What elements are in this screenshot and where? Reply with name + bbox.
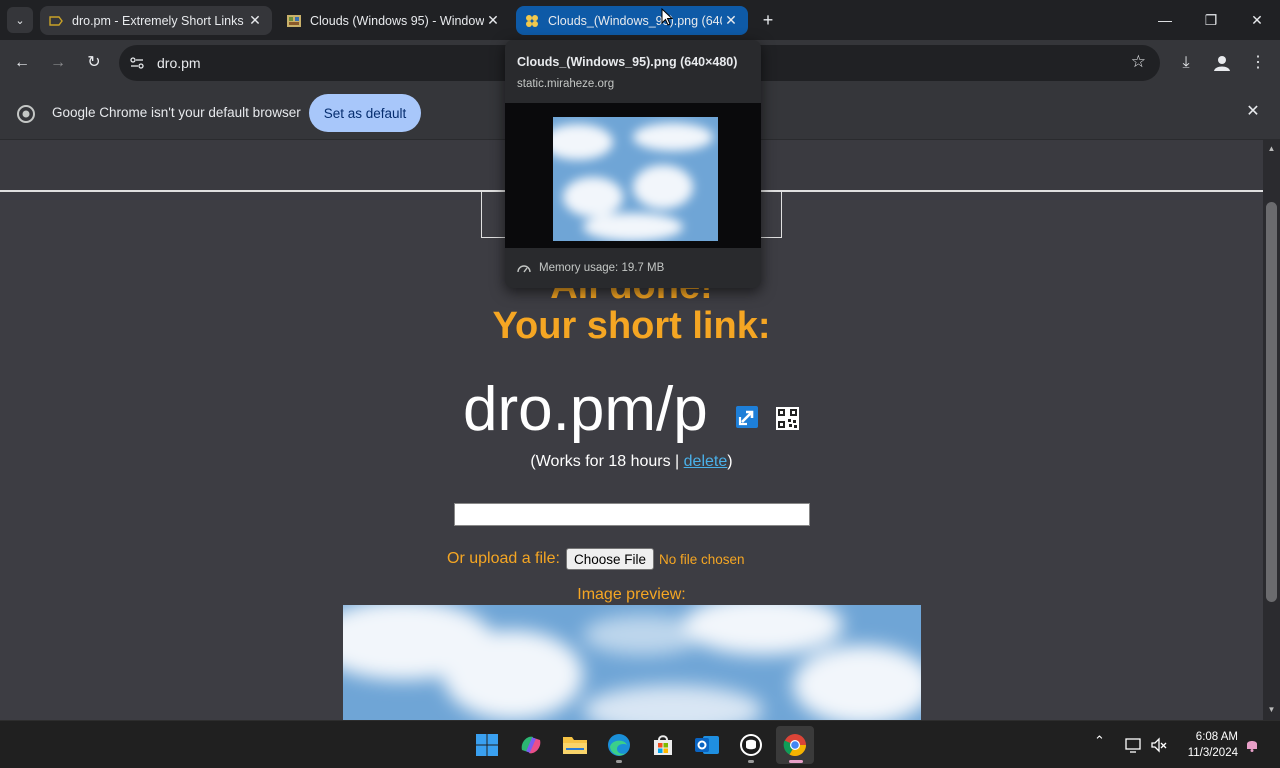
- chevron-down-icon: ⌄: [15, 14, 25, 27]
- file-explorer-button[interactable]: [556, 726, 594, 764]
- qr-code-icon[interactable]: [776, 407, 799, 430]
- url-text: dro.pm: [157, 55, 201, 71]
- chrome-taskbar-button[interactable]: [776, 726, 814, 764]
- close-icon[interactable]: ✕: [246, 12, 264, 30]
- image-preview-label: Image preview:: [577, 586, 686, 603]
- bookmark-star-icon[interactable]: ☆: [1131, 52, 1146, 72]
- image-favicon: [526, 14, 538, 27]
- upload-row: Or upload a file: Choose File No file ch…: [447, 548, 745, 570]
- menu-icon[interactable]: ⋮: [1246, 51, 1270, 75]
- infobar-close-icon[interactable]: ✕: [1243, 102, 1263, 122]
- expiry-close-paren: ): [727, 453, 733, 470]
- window-close-button[interactable]: ✕: [1234, 8, 1280, 32]
- tab-strip: ⌄ dro.pm - Extremely Short Links ✕ Cloud…: [0, 0, 1280, 40]
- start-button[interactable]: [468, 726, 506, 764]
- scroll-down-arrow-icon[interactable]: ▼: [1263, 703, 1280, 717]
- github-desktop-button[interactable]: [732, 726, 770, 764]
- expiry-text: (Works for 18 hours |: [530, 453, 684, 470]
- flag-icon: [49, 15, 63, 26]
- store-icon: [654, 735, 672, 755]
- page-scrollbar[interactable]: ▲ ▼: [1263, 140, 1280, 720]
- github-icon: [740, 734, 762, 756]
- tab-hover-card: Clouds_(Windows_95).png (640×480) static…: [505, 40, 761, 288]
- screen: ⌄ dro.pm - Extremely Short Links ✕ Cloud…: [0, 0, 1280, 768]
- upload-label: Or upload a file:: [447, 550, 560, 567]
- close-icon[interactable]: ✕: [722, 12, 740, 30]
- back-button[interactable]: ←: [10, 51, 34, 75]
- edge-icon: [608, 734, 630, 756]
- wiki-icon: [287, 14, 301, 27]
- network-icon[interactable]: [1124, 736, 1142, 754]
- no-file-chosen-text: No file chosen: [659, 551, 745, 567]
- delete-link[interactable]: delete: [684, 453, 728, 470]
- clock-time: 6:08 AM: [1195, 731, 1238, 743]
- choose-file-button[interactable]: Choose File: [565, 548, 654, 570]
- hover-card-domain: static.miraheze.org: [517, 78, 615, 90]
- new-tab-button[interactable]: +: [757, 10, 779, 30]
- notification-bell-icon[interactable]: [1244, 737, 1260, 753]
- scroll-up-arrow-icon[interactable]: ▲: [1263, 142, 1280, 156]
- tab-title: Clouds (Windows 95) - Windows Wiki: [310, 13, 484, 28]
- store-button[interactable]: [644, 726, 682, 764]
- volume-muted-icon[interactable]: [1150, 736, 1168, 754]
- tab-title: Clouds_(Windows_95).png (640×480): [548, 13, 722, 28]
- url-textarea[interactable]: [454, 503, 810, 526]
- site-settings-icon[interactable]: [129, 55, 145, 71]
- chrome-icon: [783, 734, 806, 756]
- copilot-button[interactable]: [512, 726, 550, 764]
- download-icon[interactable]: ⤓: [1174, 51, 1198, 75]
- forward-button[interactable]: →: [46, 51, 70, 75]
- image-preview: [343, 605, 921, 720]
- short-link-text[interactable]: dro.pm/p: [463, 374, 708, 445]
- infobar-message: Google Chrome isn't your default browser: [52, 105, 301, 120]
- reload-button[interactable]: ↻: [82, 51, 106, 75]
- system-clock[interactable]: 6:08 AM 11/3/2024: [1180, 729, 1238, 761]
- outlook-button[interactable]: [688, 726, 726, 764]
- tab-title: dro.pm - Extremely Short Links: [72, 13, 244, 28]
- tab-dropm[interactable]: dro.pm - Extremely Short Links ✕: [40, 6, 272, 35]
- scroll-thumb[interactable]: [1266, 202, 1277, 602]
- mouse-cursor-icon: [661, 8, 673, 26]
- hover-card-title: Clouds_(Windows_95).png (640×480): [517, 55, 738, 69]
- copilot-icon: [521, 736, 541, 754]
- edge-button[interactable]: [600, 726, 638, 764]
- chrome-logo-icon: [17, 105, 35, 123]
- set-default-button[interactable]: Set as default: [309, 94, 421, 132]
- file-explorer-icon: [563, 737, 587, 754]
- restore-button[interactable]: ❐: [1188, 8, 1234, 32]
- show-hidden-icons-chevron-icon[interactable]: ⌃: [1094, 733, 1105, 749]
- tab-search-button[interactable]: ⌄: [7, 7, 33, 33]
- memory-usage-text: Memory usage: 19.7 MB: [539, 262, 665, 274]
- clouds-thumbnail: [553, 117, 718, 241]
- outlook-icon: [695, 736, 719, 754]
- profile-icon[interactable]: [1210, 51, 1234, 75]
- windows-taskbar: ⌃ 6:08 AM 11/3/2024: [0, 720, 1280, 768]
- memory-usage: Memory usage: 19.7 MB: [517, 262, 664, 274]
- tab-clouds-image[interactable]: Clouds_(Windows_95).png (640×480) ✕: [516, 6, 748, 35]
- tab-clouds-wiki[interactable]: Clouds (Windows 95) - Windows Wiki ✕: [278, 6, 510, 35]
- running-indicator: [616, 760, 622, 763]
- close-icon[interactable]: ✕: [484, 12, 502, 30]
- active-indicator: [789, 760, 803, 763]
- hover-card-preview: [505, 103, 761, 248]
- minimize-button[interactable]: —: [1142, 8, 1188, 32]
- open-link-icon[interactable]: [735, 405, 759, 429]
- memory-gauge-icon: [517, 265, 531, 273]
- short-link-heading: Your short link:: [492, 305, 771, 347]
- running-indicator: [748, 760, 754, 763]
- clock-date: 11/3/2024: [1187, 747, 1238, 759]
- expiry-note: (Works for 18 hours | delete): [0, 453, 1263, 471]
- start-icon: [476, 734, 498, 756]
